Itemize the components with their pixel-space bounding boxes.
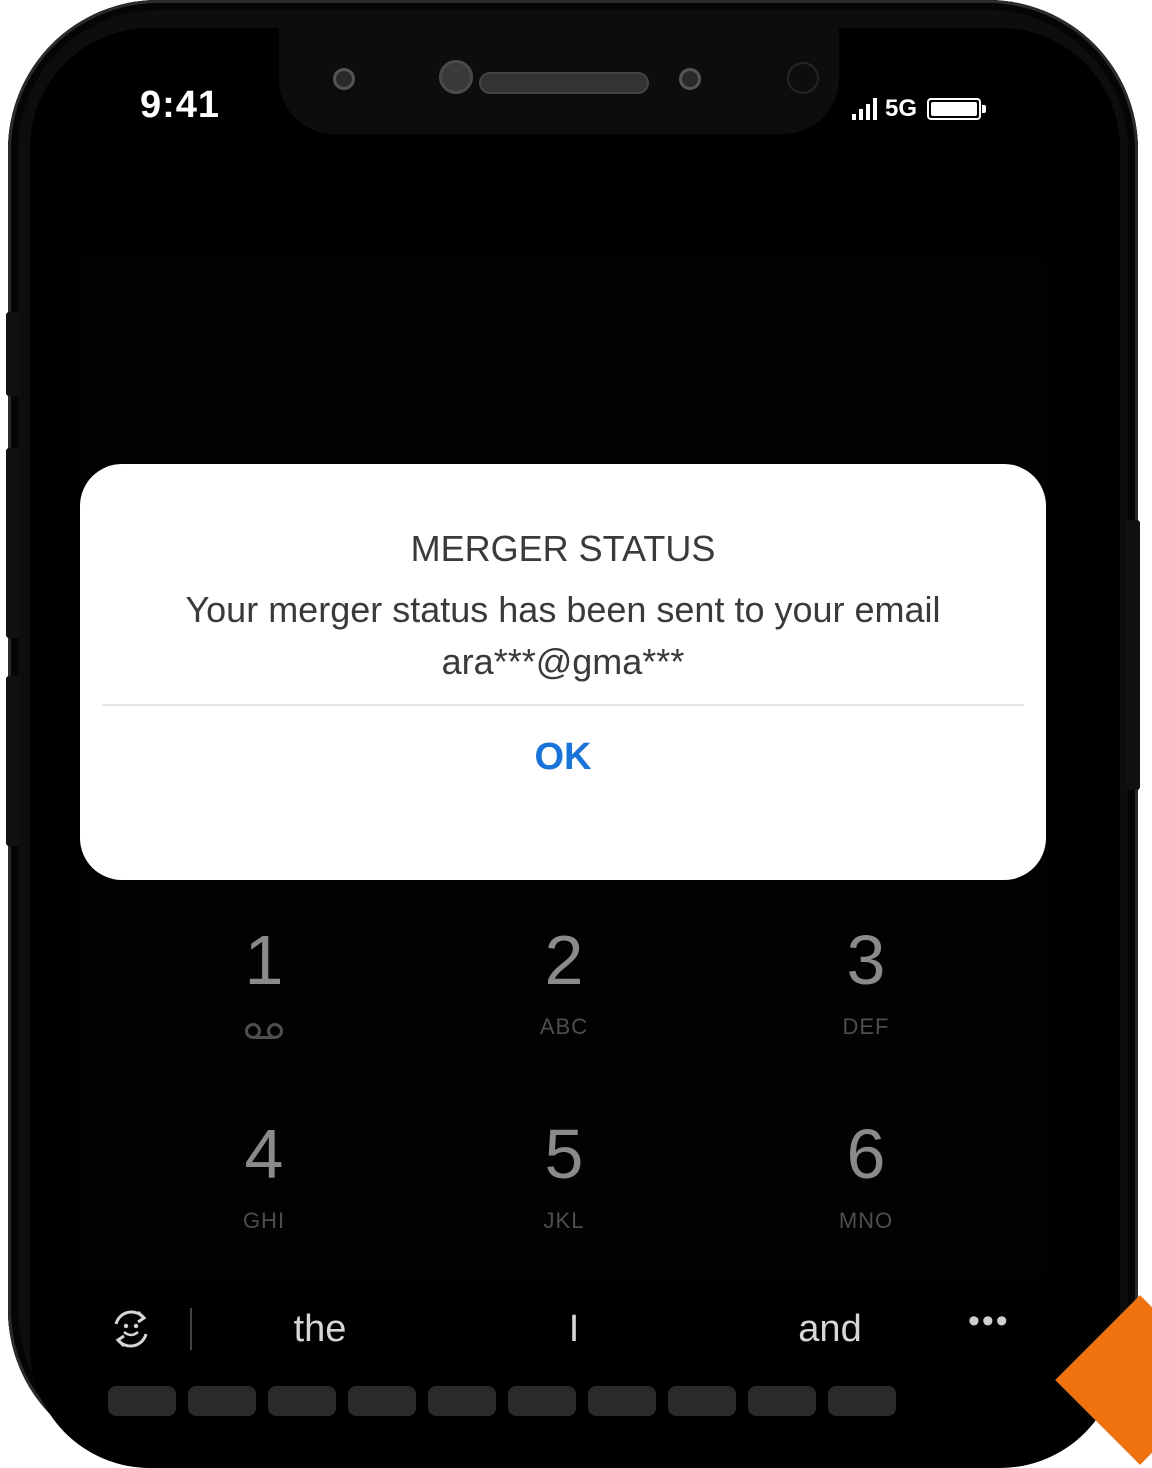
- key-letters: GHI: [242, 1208, 286, 1233]
- suggestion-word[interactable]: I: [474, 1308, 674, 1351]
- key-letters: DEF: [842, 1014, 890, 1039]
- network-type: 5G: [885, 95, 918, 122]
- key-digit: 6: [846, 1115, 886, 1193]
- keyboard-key[interactable]: [268, 1386, 336, 1416]
- keyboard-key[interactable]: [588, 1386, 656, 1416]
- dialog-message: Your merger status has been sent to your…: [80, 584, 1046, 688]
- suggestion-divider: [190, 1308, 192, 1350]
- status-time: 9:41: [140, 84, 221, 126]
- front-camera-icon: [439, 60, 473, 94]
- keyboard-suggestion-bar: the I and •••: [80, 1288, 1046, 1368]
- dialog-message-text: Your merger status has been sent to your…: [185, 589, 941, 682]
- phone-side-button: [1126, 520, 1140, 790]
- status-indicators: 5G: [852, 92, 987, 126]
- dialog-divider: [102, 704, 1024, 706]
- emoji-refresh-icon[interactable]: [108, 1306, 154, 1352]
- ok-button[interactable]: OK: [80, 707, 1046, 807]
- keyboard-key[interactable]: [108, 1386, 176, 1416]
- battery-icon: [927, 98, 987, 120]
- keyboard-key[interactable]: [348, 1386, 416, 1416]
- dialog-title: MERGER STATUS: [410, 528, 716, 569]
- camera-notch: [279, 24, 839, 134]
- keyboard-key[interactable]: [668, 1386, 736, 1416]
- front-sensor-icon: [333, 68, 355, 90]
- proximity-sensor-icon: [679, 68, 701, 90]
- dialpad-key-2[interactable]: 2 ABC: [464, 920, 664, 1040]
- earpiece-speaker: [479, 72, 649, 94]
- dialpad-key-6[interactable]: 6 MNO: [766, 1114, 966, 1234]
- merger-status-dialog: MERGER STATUS Your merger status has bee…: [80, 464, 1046, 880]
- key-digit: 2: [544, 921, 584, 999]
- ambient-sensor-icon: [787, 62, 819, 94]
- key-letters: ABC: [539, 1014, 589, 1039]
- dialpad-key-5[interactable]: 5 JKL: [464, 1114, 664, 1234]
- keyboard-key-row: [108, 1386, 896, 1416]
- suggestion-word[interactable]: the: [220, 1308, 420, 1351]
- keyboard-key[interactable]: [188, 1386, 256, 1416]
- key-letters: JKL: [543, 1208, 585, 1233]
- dialpad-key-4[interactable]: 4 GHI: [164, 1114, 364, 1234]
- more-suggestions-button[interactable]: •••: [968, 1302, 1010, 1341]
- key-digit: 5: [544, 1115, 584, 1193]
- phone-side-button: [6, 312, 20, 396]
- keyboard-key[interactable]: [828, 1386, 896, 1416]
- phone-side-button: [6, 676, 20, 846]
- keyboard-key[interactable]: [428, 1386, 496, 1416]
- dialpad-key-1[interactable]: 1: [164, 920, 364, 1045]
- dialpad-key-3[interactable]: 3 DEF: [766, 920, 966, 1040]
- signal-icon: [852, 98, 877, 120]
- voicemail-icon: [245, 1023, 283, 1039]
- keyboard-key[interactable]: [508, 1386, 576, 1416]
- key-digit: 4: [244, 1115, 284, 1193]
- keyboard-key[interactable]: [748, 1386, 816, 1416]
- phone-side-button: [6, 448, 20, 638]
- key-digit: 1: [244, 921, 284, 999]
- suggestion-word[interactable]: and: [730, 1308, 930, 1351]
- key-letters: MNO: [838, 1208, 894, 1233]
- key-digit: 3: [846, 921, 886, 999]
